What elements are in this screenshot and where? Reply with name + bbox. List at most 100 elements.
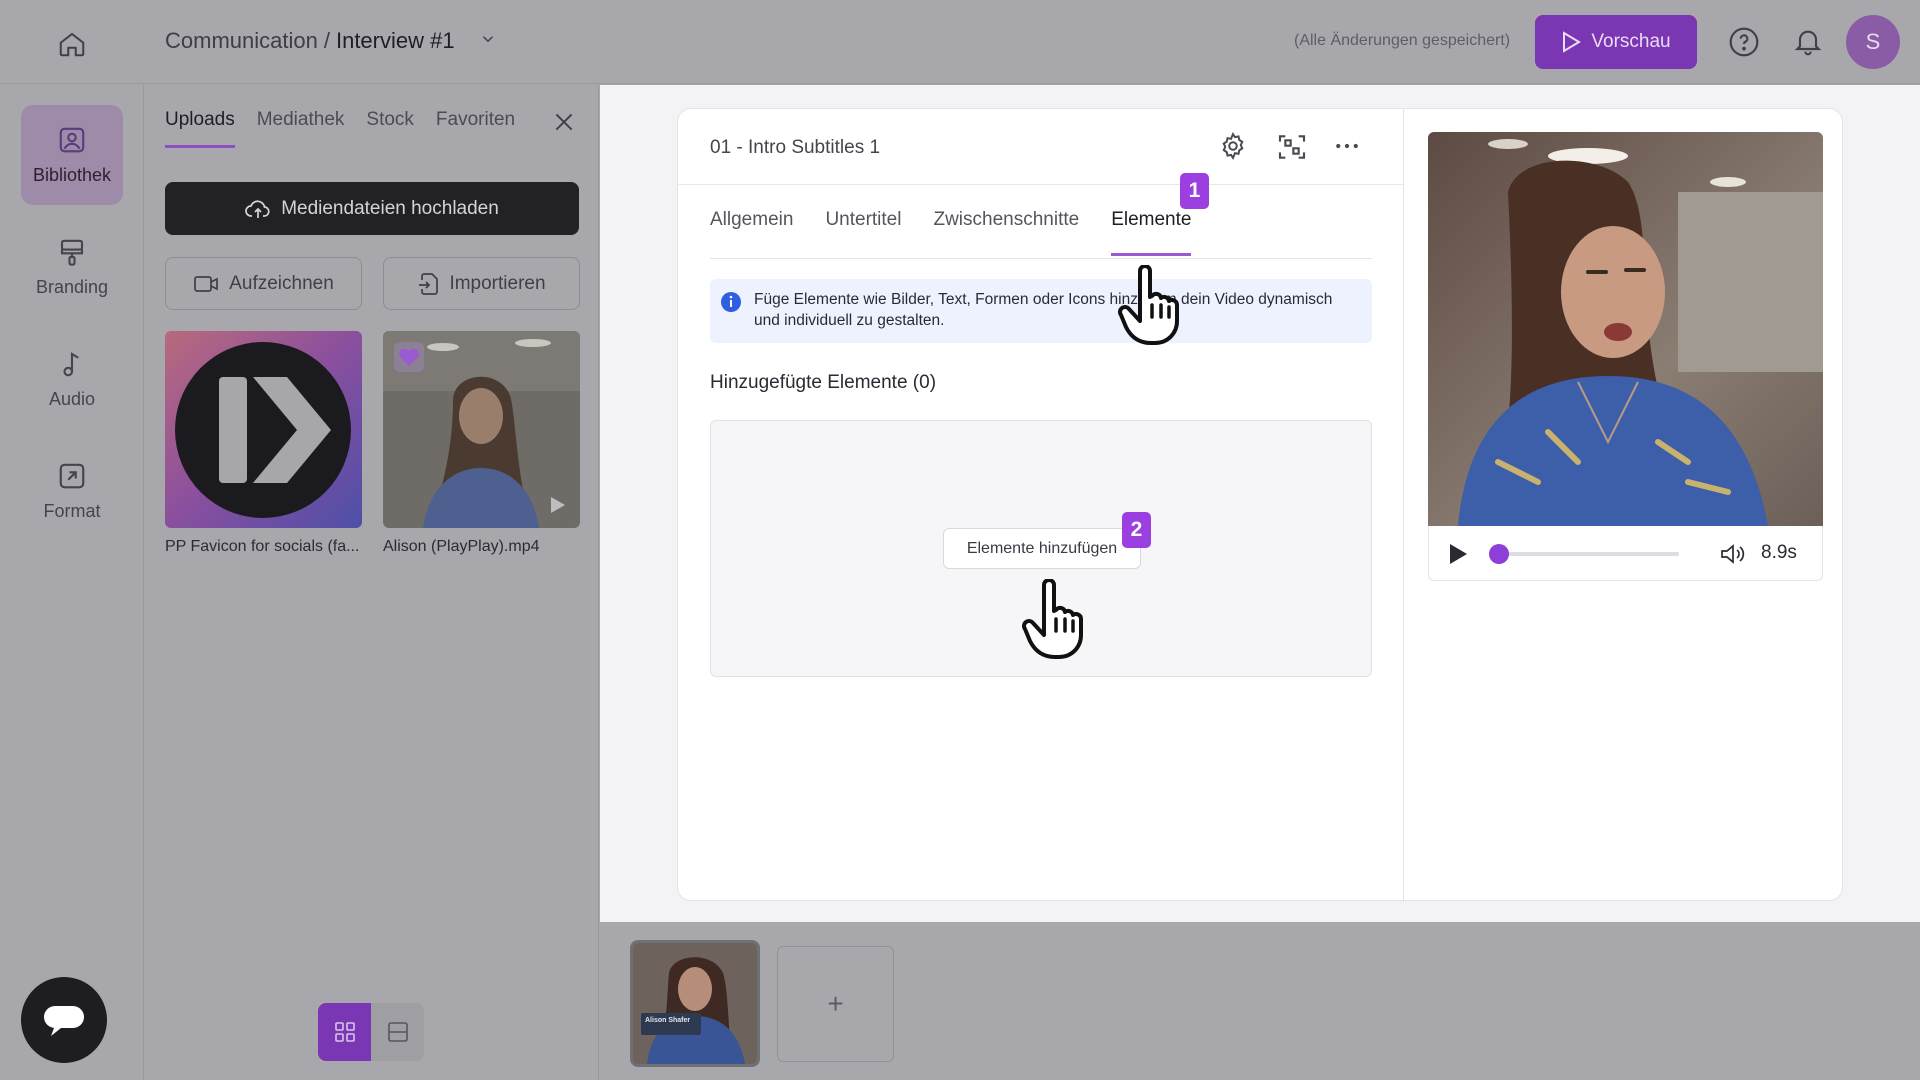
close-icon <box>555 113 573 131</box>
video-player-controls: 8.9s <box>1428 526 1823 581</box>
editor-tabs: Allgemein Untertitel Zwischenschnitte El… <box>710 209 1192 256</box>
divider <box>710 258 1372 259</box>
volume-button[interactable] <box>1719 542 1747 571</box>
library-panel: Uploads Mediathek Stock Favoriten Medien… <box>145 85 599 1080</box>
tab-untertitel[interactable]: Untertitel <box>825 209 901 256</box>
chat-button[interactable] <box>21 977 107 1063</box>
record-button[interactable]: Aufzeichnen <box>165 257 362 310</box>
more-horizontal-icon <box>1336 143 1358 149</box>
home-button[interactable] <box>54 26 90 62</box>
notifications-button[interactable] <box>1792 24 1824 63</box>
cloud-upload-icon <box>245 199 270 218</box>
avatar[interactable]: S <box>1846 15 1900 69</box>
tab-elemente[interactable]: Elemente <box>1111 209 1192 256</box>
rail-label: Bibliothek <box>32 164 112 185</box>
help-icon <box>1729 27 1759 57</box>
play-icon <box>1563 31 1582 53</box>
volume-icon <box>1721 544 1745 564</box>
add-elements-button[interactable]: Elemente hinzufügen <box>943 528 1141 569</box>
play-button[interactable] <box>1447 542 1469 571</box>
upload-media-button[interactable]: Mediendateien hochladen <box>165 182 579 235</box>
media-item-name: Alison (PlayPlay).mp4 <box>383 538 540 555</box>
top-bar: Communication / Interview #1 (Alle Änder… <box>0 0 1920 84</box>
video-thumbnail <box>383 331 580 528</box>
rail-item-bibliothek[interactable]: Bibliothek <box>21 105 123 205</box>
media-item-name: PP Favicon for socials (fa... <box>165 538 360 555</box>
replace-media-button[interactable] <box>1276 131 1308 168</box>
breadcrumb-current: Interview #1 <box>335 28 455 53</box>
play-icon <box>1450 544 1467 564</box>
media-item[interactable] <box>165 331 362 528</box>
add-scene-button[interactable]: + <box>777 946 894 1062</box>
media-item[interactable] <box>383 331 580 528</box>
info-banner: Füge Elemente wie Bilder, Text, Formen o… <box>710 279 1372 343</box>
rail-label: Audio <box>48 388 96 409</box>
logo-thumbnail <box>165 331 362 528</box>
home-icon <box>59 32 85 57</box>
tab-mediathek[interactable]: Mediathek <box>257 109 345 148</box>
image-icon <box>59 127 85 152</box>
help-button[interactable] <box>1728 26 1760 63</box>
gear-icon <box>1222 132 1244 160</box>
scene-caption: Alison Shafer <box>645 1017 691 1024</box>
list-icon <box>387 1022 408 1042</box>
save-status: (Alle Änderungen gespeichert) <box>1294 32 1511 49</box>
scene-title: 01 - Intro Subtitles 1 <box>710 137 881 158</box>
tab-allgemein[interactable]: Allgemein <box>710 209 793 256</box>
video-camera-icon <box>194 275 219 292</box>
elements-drop-area: Elemente hinzufügen 2 <box>710 420 1372 677</box>
step-badge: 2 <box>1122 512 1151 548</box>
rail-item-audio[interactable]: Audio <box>21 329 123 429</box>
music-note-icon <box>63 351 79 376</box>
preview-label: Vorschau <box>1591 31 1671 52</box>
grid-icon <box>334 1022 355 1042</box>
tab-uploads[interactable]: Uploads <box>165 109 235 148</box>
tab-zwischenschnitte[interactable]: Zwischenschnitte <box>933 209 1079 256</box>
swap-icon <box>1278 135 1306 159</box>
chat-icon <box>44 1006 84 1036</box>
divider <box>678 184 1403 185</box>
progress-track[interactable] <box>1489 552 1679 556</box>
grid-view-button[interactable] <box>318 1003 371 1061</box>
list-view-button[interactable] <box>371 1003 424 1061</box>
scene-preview-image <box>633 943 757 1064</box>
tab-stock[interactable]: Stock <box>366 109 414 148</box>
record-label: Aufzeichnen <box>229 272 334 294</box>
info-icon <box>721 292 741 312</box>
import-icon <box>419 272 439 295</box>
rail-item-branding[interactable]: Branding <box>21 217 123 317</box>
rail-item-format[interactable]: Format <box>21 441 123 541</box>
upload-label: Mediendateien hochladen <box>281 197 499 219</box>
more-options-button[interactable] <box>1332 131 1362 166</box>
info-text: Füge Elemente wie Bilder, Text, Formen o… <box>754 291 1333 329</box>
library-tabs: Uploads Mediathek Stock Favoriten <box>165 109 515 148</box>
rail-label: Branding <box>35 276 109 297</box>
scene-editor-card: 01 - Intro Subtitles 1 Allgemein Unterti… <box>677 108 1843 902</box>
scene-thumbnail[interactable]: Alison Shafer <box>630 940 760 1067</box>
view-toggle <box>318 1003 424 1061</box>
divider <box>1403 109 1404 902</box>
bell-icon <box>1794 30 1822 56</box>
left-rail: Bibliothek Branding Audio Format <box>0 85 144 1080</box>
resize-icon <box>59 463 85 488</box>
editor-canvas: 01 - Intro Subtitles 1 Allgemein Unterti… <box>600 85 1920 922</box>
breadcrumb: Communication / Interview #1 <box>165 28 497 54</box>
preview-button[interactable]: Vorschau <box>1535 15 1697 69</box>
scene-timeline: Alison Shafer + <box>600 922 1920 1080</box>
video-preview[interactable] <box>1428 132 1823 526</box>
video-frame <box>1428 132 1823 526</box>
import-label: Importieren <box>449 272 546 294</box>
tab-favoriten[interactable]: Favoriten <box>436 109 515 148</box>
settings-button[interactable] <box>1218 131 1248 166</box>
import-button[interactable]: Importieren <box>383 257 580 310</box>
breadcrumb-parent[interactable]: Communication <box>165 28 318 54</box>
paint-roller-icon <box>60 239 84 266</box>
hand-cursor-icon <box>1118 265 1179 345</box>
close-panel-button[interactable] <box>551 109 577 140</box>
progress-knob[interactable] <box>1489 544 1509 564</box>
chevron-down-icon[interactable] <box>479 28 497 54</box>
step-badge: 1 <box>1180 173 1209 209</box>
rail-label: Format <box>43 500 101 521</box>
hand-cursor-icon <box>1022 579 1083 659</box>
added-elements-title: Hinzugefügte Elemente (0) <box>710 372 937 393</box>
